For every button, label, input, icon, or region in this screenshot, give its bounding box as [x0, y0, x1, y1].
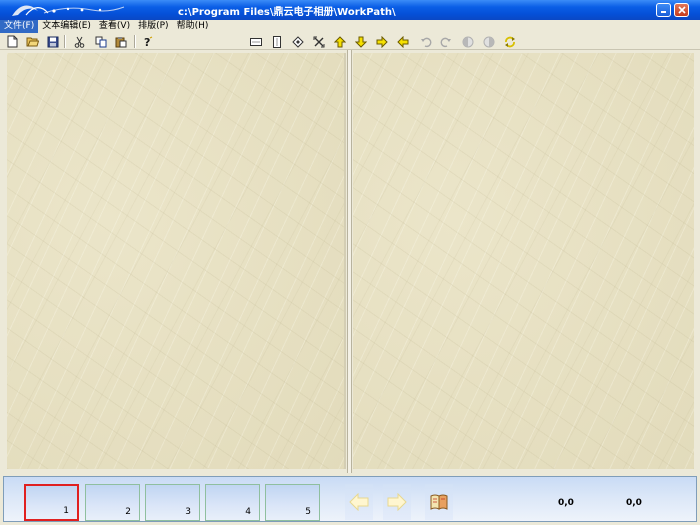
paste-button[interactable]: [113, 34, 128, 49]
dotted-row-icon: [249, 37, 262, 46]
menu-bar: 文件(F) 文本编辑(E) 查看(V) 排版(P) 帮助(H): [0, 20, 700, 33]
menu-file[interactable]: 文件(F): [0, 20, 39, 33]
arrow-up-icon: [333, 35, 346, 47]
arrow-right-button[interactable]: [374, 34, 389, 49]
svg-text:?: ?: [144, 36, 150, 48]
refresh-icon: [504, 36, 515, 47]
open-folder-button[interactable]: [25, 34, 40, 49]
thumbnail-number: 3: [185, 507, 191, 517]
window-title: c:\Program Files\鼎云电子相册\WorkPath\: [178, 7, 396, 18]
arrow-down-icon: [354, 36, 367, 48]
dotted-row-button[interactable]: [248, 34, 263, 49]
half-circle-right-icon: [483, 36, 494, 47]
coordinate-readout-right: 0,0: [626, 498, 642, 508]
undo-icon: [420, 37, 431, 47]
redo-icon: [440, 37, 451, 47]
toolbar: ?: [0, 33, 700, 50]
new-file-button[interactable]: [5, 34, 20, 49]
title-bar: c:\Program Files\鼎云电子相册\WorkPath\: [0, 0, 700, 20]
close-button[interactable]: [674, 3, 689, 17]
previous-page-button[interactable]: [345, 484, 373, 520]
redo-button[interactable]: [438, 34, 453, 49]
open-book-button[interactable]: [425, 484, 453, 520]
close-icon: [677, 6, 686, 14]
arrow-right-icon: [387, 493, 407, 511]
page-thumbnail-4[interactable]: 4: [205, 484, 260, 521]
new-file-icon: [7, 35, 18, 48]
book-icon: [430, 494, 448, 510]
dotted-column-icon: [272, 35, 281, 48]
thumbnail-number: 2: [125, 507, 131, 517]
open-folder-icon: [26, 37, 39, 47]
half-circle-right-button[interactable]: [481, 34, 496, 49]
cross-arrows-button[interactable]: [311, 34, 326, 49]
half-circle-left-icon: [462, 36, 473, 47]
undo-button[interactable]: [418, 34, 433, 49]
arrow-up-button[interactable]: [332, 34, 347, 49]
page-thumbnail-1[interactable]: 1: [24, 484, 79, 521]
thumbnail-number: 5: [305, 507, 311, 517]
copy-icon: [95, 36, 106, 47]
page-thumbnail-2[interactable]: 2: [85, 484, 140, 521]
help-icon: ?: [144, 36, 152, 48]
cut-icon: [74, 36, 85, 48]
menu-help[interactable]: 帮助(H): [173, 20, 213, 33]
save-icon: [47, 36, 58, 47]
thumbnail-number: 1: [63, 506, 69, 516]
toolbar-separator: [134, 35, 136, 48]
next-page-button[interactable]: [383, 484, 411, 520]
coordinate-readout-left: 0,0: [558, 498, 574, 508]
minimize-button[interactable]: [656, 3, 671, 17]
minimize-icon: [660, 11, 666, 13]
save-button[interactable]: [45, 34, 60, 49]
cross-arrows-icon: [313, 36, 324, 47]
dotted-column-button[interactable]: [269, 34, 284, 49]
page-thumbnail-5[interactable]: 5: [265, 484, 320, 521]
page-divider: [347, 50, 352, 473]
help-button[interactable]: ?: [140, 34, 155, 49]
left-page-canvas[interactable]: [7, 53, 346, 469]
paste-icon: [115, 36, 126, 47]
thumbnail-number: 4: [245, 507, 251, 517]
cut-button[interactable]: [72, 34, 87, 49]
arrow-left-icon: [396, 35, 408, 48]
arrow-right-icon: [376, 35, 388, 48]
diamond-icon: [291, 35, 304, 48]
arrow-left-button[interactable]: [395, 34, 410, 49]
menu-view[interactable]: 查看(V): [95, 20, 134, 33]
diamond-button[interactable]: [290, 34, 305, 49]
arrow-left-icon: [349, 493, 369, 511]
menu-text-edit[interactable]: 文本编辑(E): [38, 20, 95, 33]
arrow-down-button[interactable]: [353, 34, 368, 49]
app-logo: [12, 5, 125, 16]
toolbar-separator: [64, 35, 66, 48]
bottom-panel: 1 2 3 4 5 0,0 0,0: [0, 473, 700, 525]
menu-layout[interactable]: 排版(P): [134, 20, 172, 33]
right-page-canvas[interactable]: [353, 53, 694, 469]
workspace: [0, 50, 700, 473]
half-circle-left-button[interactable]: [460, 34, 475, 49]
page-thumbnail-3[interactable]: 3: [145, 484, 200, 521]
thumbnail-strip: 1 2 3 4 5 0,0 0,0: [3, 476, 697, 522]
refresh-button[interactable]: [502, 34, 517, 49]
copy-button[interactable]: [93, 34, 108, 49]
